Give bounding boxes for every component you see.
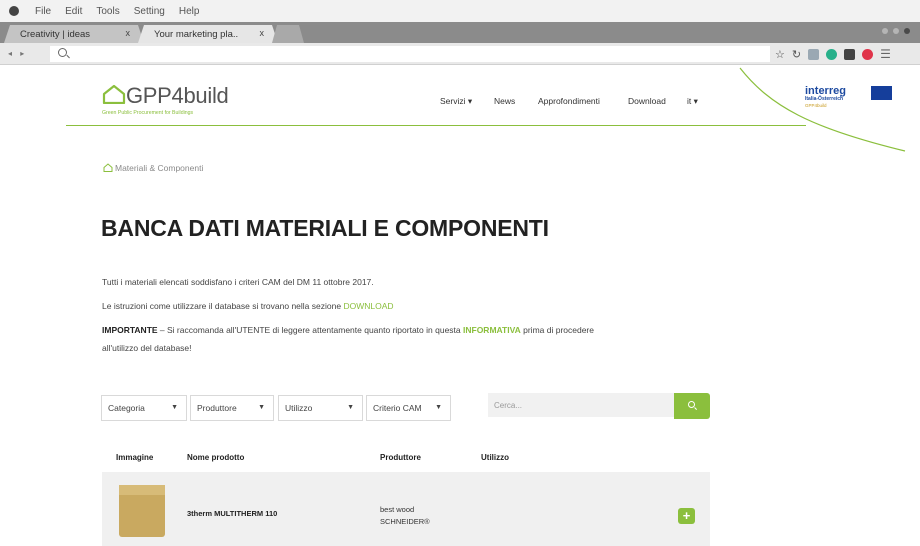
interreg-project: GPP4build [805, 103, 827, 108]
producer-line: SCHNEIDER® [380, 517, 430, 526]
nav-language[interactable]: it ▾ [687, 96, 698, 107]
search-input[interactable]: Cerca... [488, 393, 674, 417]
web-page: GPP4build Green Public Procurement for B… [0, 66, 920, 546]
house-logo-icon [102, 84, 126, 104]
search-button[interactable] [674, 393, 710, 419]
nav-news[interactable]: News [494, 96, 515, 106]
star-icon[interactable]: ☆ [775, 48, 785, 61]
tab-label: Your marketing pla.. [154, 28, 239, 40]
menu-setting[interactable]: Setting [134, 6, 165, 17]
extension-icon[interactable] [826, 48, 838, 60]
logo-subtitle: Green Public Procurement for Buildings [102, 110, 194, 116]
chevron-down-icon: ▼ [435, 404, 442, 411]
chevron-down-icon: ▼ [171, 404, 178, 411]
table-row[interactable]: 3therm MULTITHERM 110 best wood SCHNEIDE… [102, 472, 710, 546]
nav-approfondimenti[interactable]: Approfondimenti [538, 96, 600, 106]
window-controls [882, 28, 910, 34]
filter-label: Categoria [108, 403, 145, 413]
app-logo-icon[interactable] [9, 6, 19, 16]
address-bar: ◂ ▸ ☆ ↻ ☰ [0, 43, 920, 65]
intro-text: prima di procedere [520, 325, 594, 335]
filter-label: Produttore [197, 403, 237, 413]
menu-help[interactable]: Help [179, 6, 200, 17]
tab-creativity[interactable]: Creativity | ideas x [4, 25, 144, 43]
menu-tools[interactable]: Tools [96, 6, 119, 17]
nav-download[interactable]: Download [628, 96, 666, 106]
close-icon[interactable]: x [126, 28, 131, 38]
filter-categoria[interactable]: Categoria ▼ [101, 395, 187, 421]
header-divider [66, 125, 806, 126]
chevron-down-icon: ▼ [258, 404, 265, 411]
intro-text: Le istruzioni come utilizzare il databas… [102, 301, 344, 311]
informativa-link[interactable]: INFORMATIVA [463, 325, 521, 335]
close-window-icon[interactable] [904, 28, 910, 34]
important-label: IMPORTANTE [102, 325, 158, 335]
product-producer: best wood SCHNEIDER® [380, 504, 430, 528]
intro-text: – Si raccomanda all'UTENTE di leggere at… [157, 325, 463, 335]
logo-text: GPP4build [126, 83, 229, 108]
os-menu-bar: File Edit Tools Setting Help [0, 0, 920, 22]
breadcrumb: Materiali & Componenti [103, 163, 203, 173]
intro-line-4: all'utilizzo del database! [102, 343, 192, 353]
breadcrumb-current: Materiali & Componenti [115, 163, 204, 173]
minimize-icon[interactable] [882, 28, 888, 34]
column-header-utilizzo: Utilizzo [481, 453, 509, 462]
new-tab-button[interactable] [272, 25, 304, 43]
tab-label: Creativity | ideas [20, 28, 91, 40]
filter-produttore[interactable]: Produttore ▼ [190, 395, 274, 421]
url-input[interactable] [50, 46, 770, 62]
producer-line: best wood [380, 505, 415, 514]
column-header-produttore: Produttore [380, 453, 421, 462]
browser-toolbar: ☆ ↻ ☰ [775, 47, 891, 61]
close-icon[interactable]: x [260, 28, 265, 38]
expand-plus-button[interactable]: + [678, 508, 695, 524]
reader-icon[interactable] [808, 48, 820, 60]
filter-criterio-cam[interactable]: Criterio CAM ▼ [366, 395, 451, 421]
back-forward-buttons[interactable]: ◂ ▸ [0, 49, 44, 58]
pocket-icon[interactable] [862, 48, 874, 60]
menu-file[interactable]: File [35, 6, 51, 17]
nav-servizi[interactable]: Servizi ▾ [440, 96, 472, 107]
search-icon [688, 401, 695, 408]
intro-line-1: Tutti i materiali elencati soddisfano i … [102, 277, 374, 287]
interreg-logo[interactable]: interreg Italia-Österreich GPP4build [803, 85, 893, 113]
column-header-nome: Nome prodotto [187, 453, 245, 462]
search-icon [58, 48, 67, 57]
download-link[interactable]: DOWNLOAD [343, 301, 393, 311]
maximize-icon[interactable] [893, 28, 899, 34]
filter-label: Utilizzo [285, 403, 313, 413]
filter-utilizzo[interactable]: Utilizzo ▼ [278, 395, 363, 421]
hamburger-menu-icon[interactable]: ☰ [880, 47, 891, 61]
eu-flag-icon [871, 86, 892, 100]
intro-line-3: IMPORTANTE – Si raccomanda all'UTENTE di… [102, 325, 594, 335]
chevron-down-icon: ▼ [347, 404, 354, 411]
tab-strip: Creativity | ideas x Your marketing pla.… [0, 22, 920, 43]
menu-edit[interactable]: Edit [65, 6, 82, 17]
product-image [119, 485, 165, 537]
reload-icon[interactable]: ↻ [792, 48, 801, 61]
interreg-region: Italia-Österreich [805, 96, 844, 102]
tab-marketing[interactable]: Your marketing pla.. x [138, 25, 278, 43]
column-header-immagine: Immagine [116, 453, 154, 462]
filter-label: Criterio CAM [373, 403, 422, 413]
intro-line-2: Le istruzioni come utilizzare il databas… [102, 301, 394, 311]
home-icon[interactable] [103, 163, 113, 172]
product-name: 3therm MULTITHERM 110 [187, 509, 278, 518]
page-title: BANCA DATI MATERIALI E COMPONENTI [101, 215, 549, 241]
camera-icon[interactable] [844, 48, 856, 60]
